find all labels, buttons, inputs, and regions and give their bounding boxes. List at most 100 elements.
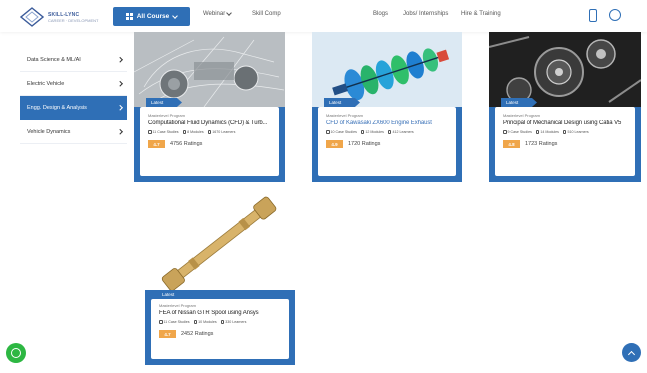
whatsapp-float-button[interactable] [6, 343, 26, 363]
case-studies-stat: 11 Case Studies [148, 130, 179, 134]
program-type: Masterlevel Program [503, 113, 540, 118]
nav-blogs-label: Blogs [373, 11, 389, 17]
case-studies-stat: 11 Case Studies [159, 320, 190, 324]
latest-badge: Latest [157, 290, 193, 299]
case-study-icon [159, 320, 163, 324]
modules-stat: 12 Modules [360, 130, 384, 134]
chevron-right-icon [116, 129, 122, 134]
rating-score: 4.7 [148, 140, 165, 148]
sidebar-item-data-science[interactable]: Data Science & ML/AI [20, 48, 127, 72]
case-studies-stat: 10 Case Studies [326, 130, 357, 134]
rating-row: 4.7 4756 Ratings [148, 140, 202, 148]
nav-skill-comp-label: Skill Comp [252, 11, 281, 17]
course-card[interactable]: Latest Masterlevel Program Principal of … [489, 32, 641, 182]
program-type: Masterlevel Program [148, 113, 185, 118]
learners-stat: 412 Learners [387, 130, 414, 134]
rating-count: 2452 Ratings [181, 331, 214, 337]
module-icon [193, 320, 198, 324]
sidebar-item-engg-design[interactable]: Engg. Design & Analysis [20, 96, 127, 120]
rating-score: 4.7 [159, 330, 176, 338]
nav-hire-label: Hire & Training [461, 11, 501, 17]
sidebar-item-electric-vehicle[interactable]: Electric Vehicle [20, 72, 127, 96]
course-title[interactable]: FEA of Nissan GTR Spool using Ansys [159, 310, 283, 316]
sidebar-item-vehicle-dynamics[interactable]: Vehicle Dynamics [20, 120, 127, 144]
course-stats: 11 Case Studies 8 Modules 1670 Learners [148, 130, 235, 134]
course-card[interactable]: Latest Masterlevel Program CFD of Kawasa… [312, 32, 462, 182]
chevron-right-icon [116, 105, 122, 110]
nav-jobs-label: Jobs/ Internships [403, 11, 449, 17]
scroll-to-top-button[interactable] [622, 343, 641, 362]
program-type: Masterlevel Program [326, 113, 363, 118]
category-sidebar: Data Science & ML/AI Electric Vehicle En… [20, 48, 127, 144]
nav-skill-comp[interactable]: Skill Comp [252, 11, 281, 17]
latest-badge: Latest [324, 98, 360, 107]
sidebar-item-label: Engg. Design & Analysis [27, 104, 87, 111]
logo-subtitle: CAREER · DEVELOPMENT [48, 17, 99, 23]
learner-icon [562, 130, 567, 134]
whatsapp-icon[interactable] [609, 9, 621, 21]
learner-icon [207, 130, 212, 134]
modules-stat: 8 Modules [182, 130, 204, 134]
module-icon [360, 130, 365, 134]
arrow-up-icon [627, 350, 636, 358]
modules-stat: 10 Modules [193, 320, 217, 324]
top-navbar: SKILL-LYNC CAREER · DEVELOPMENT All Cour… [0, 0, 647, 32]
nav-webinar[interactable]: Webinar [203, 10, 233, 17]
course-card[interactable]: Latest Masterlevel Program FEA of Nissan… [145, 195, 295, 365]
course-stats: 9 Case Studies 14 Modules 510 Learners [503, 130, 589, 134]
all-course-label: All Course [136, 13, 170, 20]
chevron-down-icon [226, 10, 233, 16]
rating-row: 4.8 1723 Ratings [503, 140, 557, 148]
rating-score: 4.9 [326, 140, 343, 148]
rating-count: 4756 Ratings [170, 141, 203, 147]
card-body: Latest Masterlevel Program FEA of Nissan… [151, 290, 289, 359]
course-stats: 11 Case Studies 10 Modules 330 Learners [159, 320, 246, 324]
rating-row: 4.9 1720 Ratings [326, 140, 380, 148]
course-title[interactable]: CFD of Kawasaki ZX600 Engine Exhaust [326, 120, 450, 126]
course-thumbnail [489, 32, 641, 107]
course-title[interactable]: Computational Fluid Dynamics (CFD) & Tur… [148, 120, 273, 126]
case-study-icon [148, 130, 152, 134]
all-course-button[interactable]: All Course [113, 7, 190, 26]
latest-badge: Latest [501, 98, 537, 107]
module-icon [182, 130, 187, 134]
nav-jobs[interactable]: Jobs/ Internships [403, 11, 448, 17]
course-title[interactable]: Principal of Mechanical Design using Cat… [503, 120, 629, 126]
latest-badge: Latest [146, 98, 182, 107]
site-logo[interactable]: SKILL-LYNC CAREER · DEVELOPMENT [20, 5, 100, 29]
program-type: Masterlevel Program [159, 303, 196, 308]
chevron-down-icon [172, 12, 179, 19]
learners-stat: 330 Learners [220, 320, 246, 324]
case-studies-stat: 9 Case Studies [503, 130, 532, 134]
nav-blogs[interactable]: Blogs [373, 11, 388, 17]
phone-icon[interactable] [589, 9, 597, 22]
chevron-right-icon [116, 57, 122, 62]
rating-count: 1720 Ratings [348, 141, 381, 147]
grid-icon [125, 13, 133, 20]
learner-icon [220, 320, 225, 324]
logo-icon [20, 7, 44, 27]
learner-icon [387, 130, 392, 134]
course-card[interactable]: Latest Masterlevel Program Computational… [134, 32, 285, 182]
rating-count: 1723 Ratings [525, 141, 558, 147]
sidebar-item-label: Data Science & ML/AI [27, 56, 81, 63]
course-thumbnail [134, 32, 285, 107]
learners-stat: 510 Learners [562, 130, 589, 134]
case-study-icon [326, 130, 330, 134]
card-body: Latest Masterlevel Program Principal of … [495, 98, 635, 176]
rating-row: 4.7 2452 Ratings [159, 330, 213, 338]
card-body: Latest Masterlevel Program CFD of Kawasa… [318, 98, 456, 176]
course-thumbnail [312, 32, 462, 107]
nav-hire-training[interactable]: Hire & Training [461, 11, 501, 17]
sidebar-item-label: Vehicle Dynamics [27, 128, 71, 135]
sidebar-item-label: Electric Vehicle [27, 80, 65, 87]
learners-stat: 1670 Learners [207, 130, 235, 134]
case-study-icon [503, 130, 507, 134]
chevron-right-icon [116, 81, 122, 86]
nav-webinar-label: Webinar [203, 11, 226, 17]
course-thumbnail [145, 195, 295, 290]
whatsapp-icon [11, 348, 21, 358]
course-stats: 10 Case Studies 12 Modules 412 Learners [326, 130, 414, 134]
card-body: Latest Masterlevel Program Computational… [140, 98, 279, 176]
modules-stat: 14 Modules [535, 130, 559, 134]
